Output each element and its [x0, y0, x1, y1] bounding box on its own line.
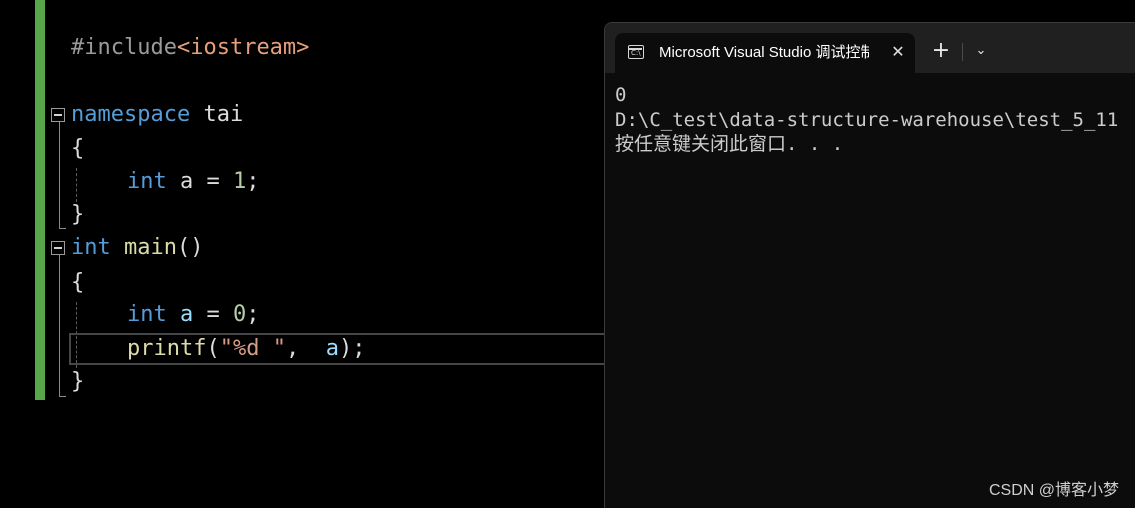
plus-icon[interactable]: + [929, 39, 953, 63]
terminal-icon-label: C:\ [631, 49, 641, 57]
namespace-fold-line [59, 122, 60, 228]
number-literal: 1 [233, 169, 247, 194]
type-keyword: int [71, 235, 111, 260]
number-literal: 0 [233, 302, 247, 327]
close-brace: } [71, 369, 85, 394]
debug-console-window[interactable]: C:\ Microsoft Visual Studio 调试控制台 ✕ + ⌄ … [604, 22, 1135, 508]
code-line-namespace-decl[interactable]: int a = 1; [127, 168, 260, 196]
comma: , [285, 336, 326, 361]
screen: #include<iostream> namespace tai { int a… [0, 0, 1135, 508]
close-brace: } [71, 202, 85, 227]
code-line-main-close[interactable]: } [71, 368, 84, 396]
code-line-printf[interactable]: printf("%d ", a); [127, 335, 365, 363]
function-name: main [124, 235, 177, 260]
indent-guide [76, 168, 77, 202]
watermark: CSDN @博客小梦 [988, 482, 1119, 499]
code-line-namespace-close[interactable]: } [71, 201, 84, 229]
variable-name: a [166, 169, 194, 194]
console-titlebar[interactable]: C:\ Microsoft Visual Studio 调试控制台 ✕ + ⌄ [605, 23, 1135, 73]
main-fold-line [59, 255, 60, 396]
namespace-collapse-icon[interactable] [51, 108, 65, 122]
console-output-line: 按任意键关闭此窗口. . . [615, 133, 844, 155]
main-collapse-icon[interactable] [51, 241, 65, 255]
type-keyword: int [127, 302, 167, 327]
variable-name: a [166, 302, 194, 327]
namespace-keyword: namespace [71, 102, 191, 127]
code-line-main-open[interactable]: { [71, 269, 84, 297]
code-line-main[interactable]: int main() [71, 234, 203, 262]
namespace-fold-end [59, 228, 66, 229]
tab-title: Microsoft Visual Studio 调试控制台 [659, 44, 869, 61]
terminal-icon: C:\ [628, 45, 644, 59]
code-line-namespace-open[interactable]: { [71, 135, 84, 163]
main-fold-end [59, 396, 66, 397]
open-paren: ( [206, 336, 220, 361]
code-line-include[interactable]: #include<iostream> [71, 34, 309, 62]
semicolon: ; [246, 169, 260, 194]
chevron-down-icon[interactable]: ⌄ [969, 39, 993, 63]
close-paren: ); [338, 336, 366, 361]
type-keyword: int [127, 169, 167, 194]
console-tab[interactable]: C:\ Microsoft Visual Studio 调试控制台 ✕ [615, 33, 915, 73]
open-brace: { [71, 136, 85, 161]
tab-divider [962, 43, 963, 61]
string-literal: "%d " [219, 336, 286, 361]
code-line-main-decl[interactable]: int a = 0; [127, 301, 260, 329]
code-line-namespace[interactable]: namespace tai [71, 101, 243, 129]
parens: () [176, 235, 204, 260]
namespace-name: tai [190, 102, 244, 127]
function-call: printf [127, 336, 207, 361]
semicolon: ; [246, 302, 260, 327]
console-output-line: 0 [615, 84, 627, 106]
assign-operator: = [193, 169, 233, 194]
change-tracking-bar [35, 0, 45, 400]
console-output[interactable]: 0 D:\C_test\data-structure-warehouse\tes… [615, 83, 1135, 157]
assign-operator: = [193, 302, 233, 327]
code-editor[interactable]: #include<iostream> namespace tai { int a… [0, 0, 609, 508]
preprocessor-directive: #include [71, 35, 177, 60]
close-icon[interactable]: ✕ [887, 41, 909, 63]
open-brace: { [71, 270, 85, 295]
argument-variable: a [325, 336, 339, 361]
console-output-line: D:\C_test\data-structure-warehouse\test_… [615, 108, 1119, 131]
include-header: <iostream> [176, 35, 310, 60]
